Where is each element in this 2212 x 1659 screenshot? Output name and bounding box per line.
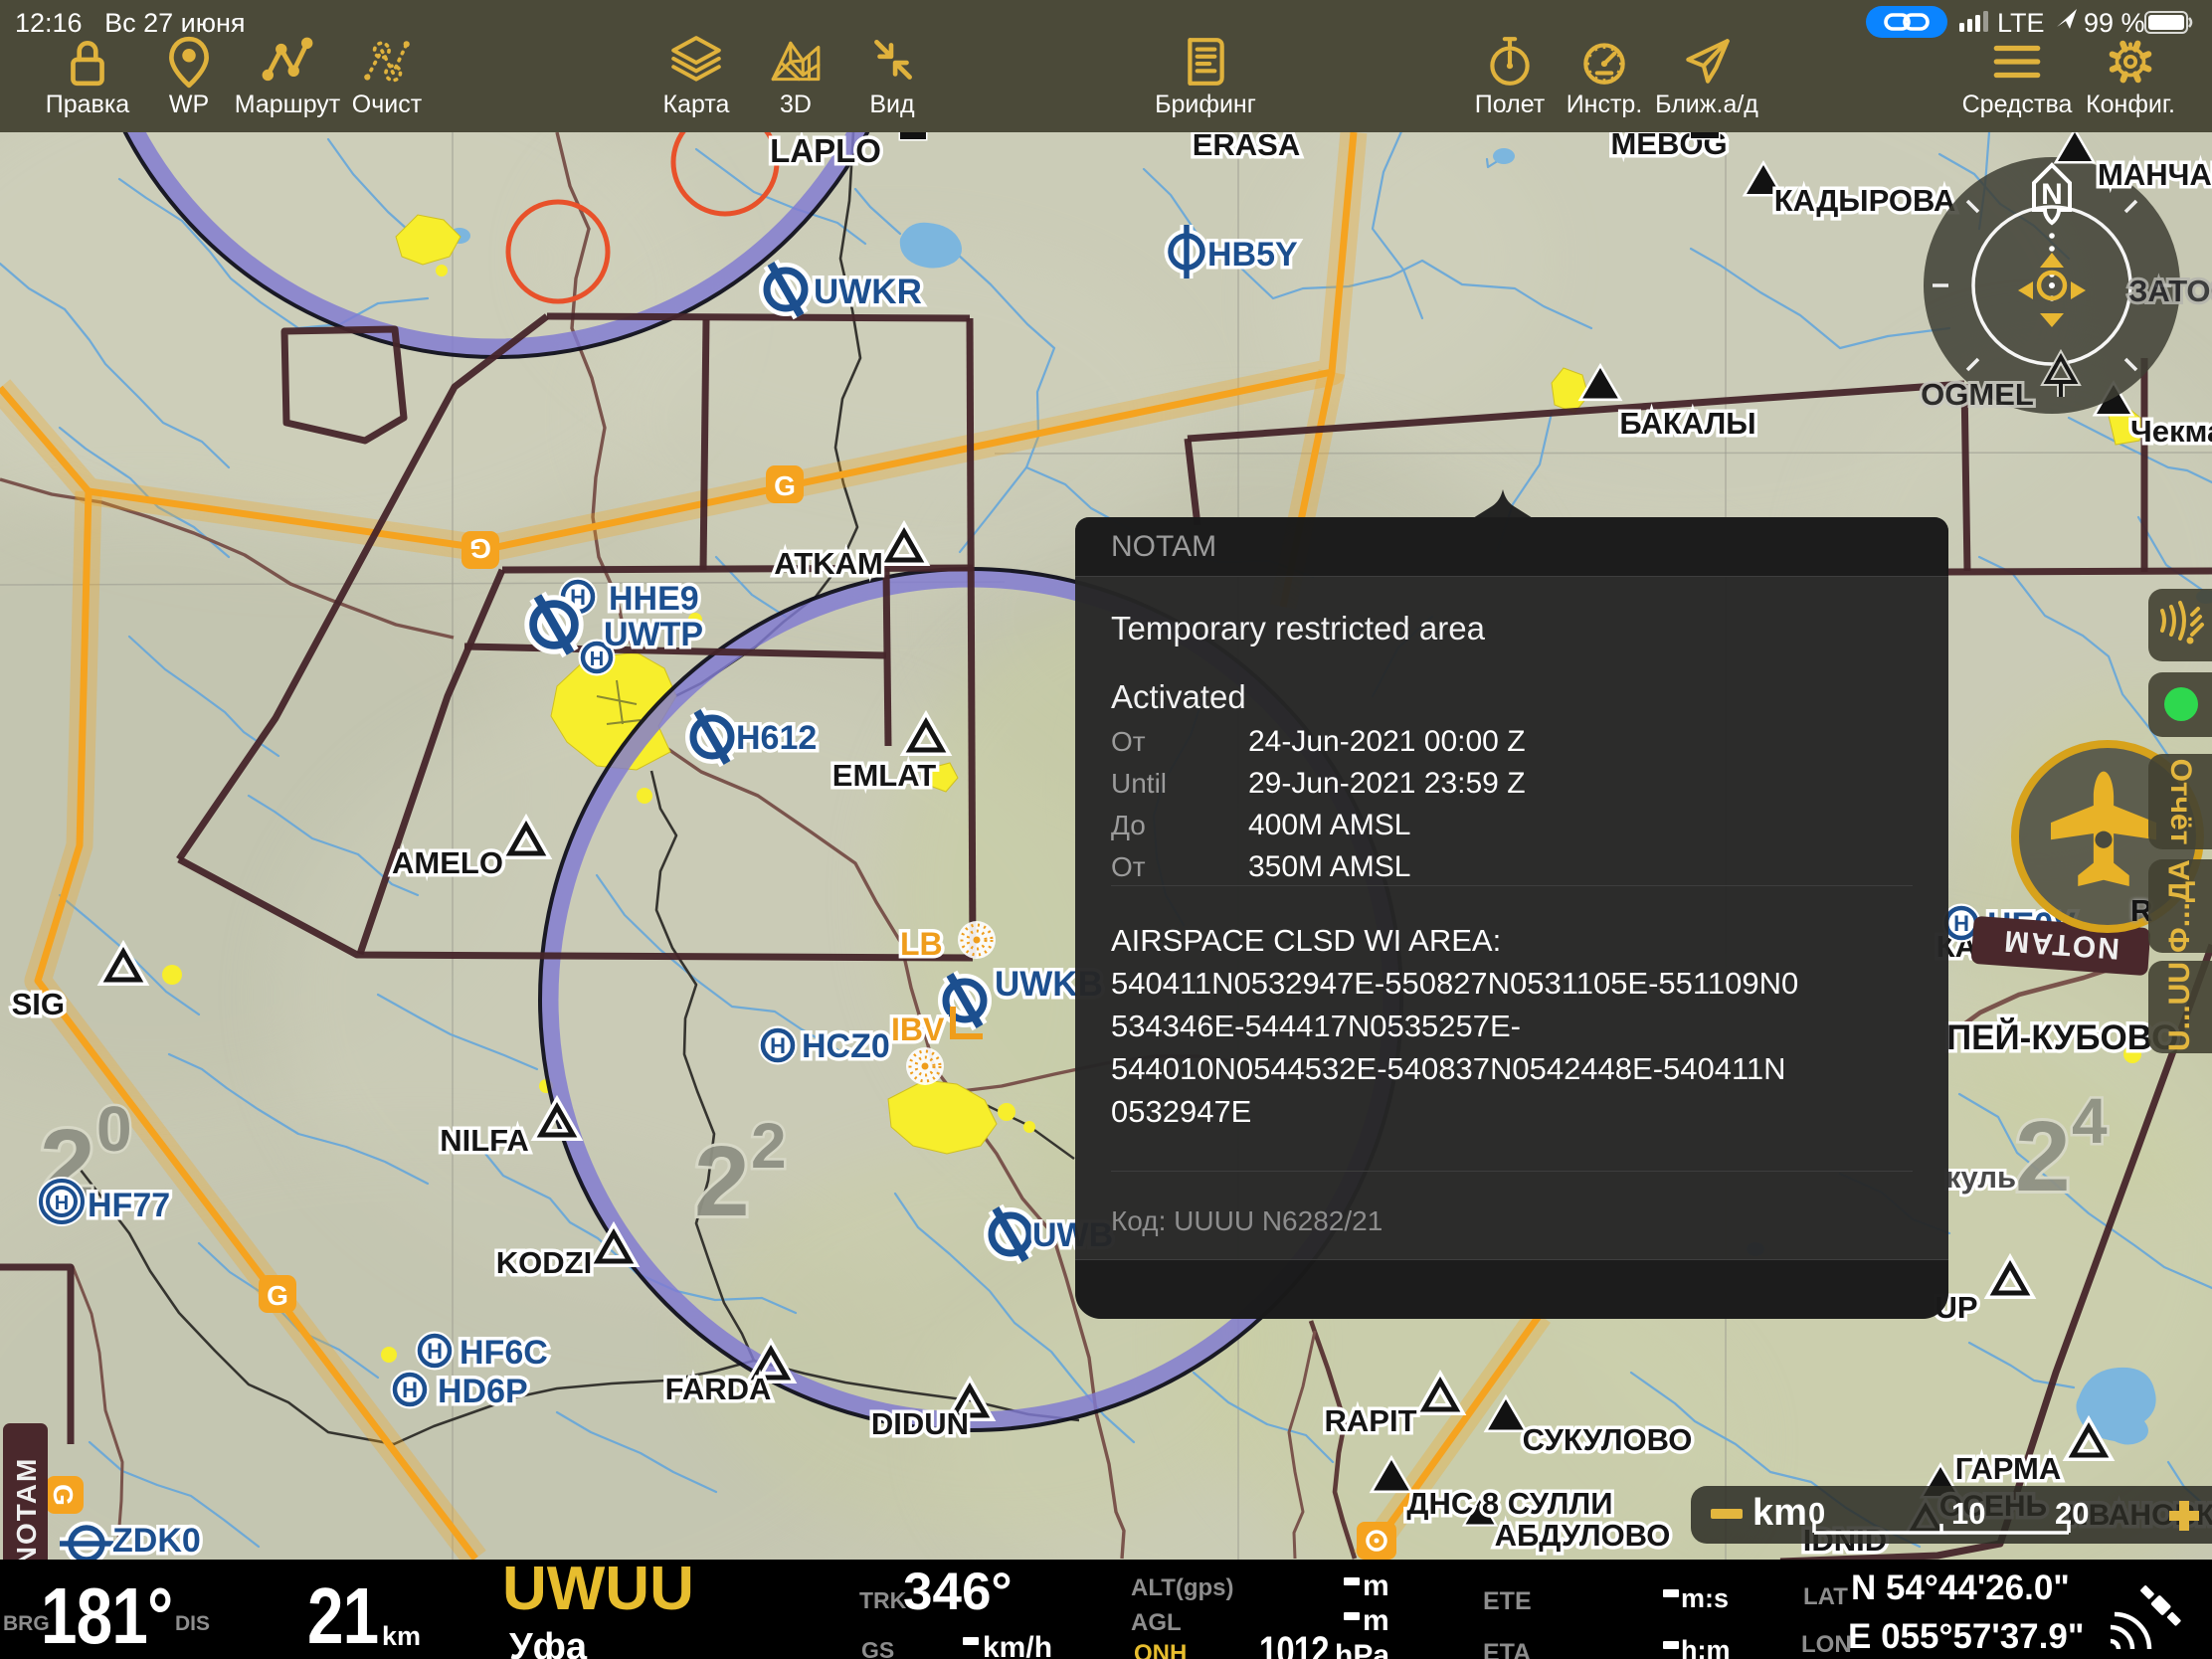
- svg-text:ДНС 8 СУЛЛИ: ДНС 8 СУЛЛИ: [1406, 1486, 1612, 1521]
- svg-text:NOTAM: NOTAM: [11, 1457, 42, 1567]
- svg-text:G: G: [48, 1484, 79, 1506]
- svg-text:H: H: [1953, 911, 1969, 936]
- svg-text:0: 0: [96, 1093, 132, 1165]
- svg-text:ГАРМА: ГАРМА: [1955, 1451, 2062, 1486]
- svg-text:H: H: [402, 1378, 418, 1402]
- svg-text:ПЕЙ-КУБОВО: ПЕЙ-КУБОВО: [1946, 1017, 2178, 1057]
- svg-text:HCZ0: HCZ0: [802, 1027, 890, 1065]
- svg-text:АБДУЛОВО: АБДУЛОВО: [1495, 1518, 1671, 1553]
- svg-text:IBV: IBV: [891, 1012, 945, 1047]
- svg-text:N: N: [2041, 178, 2063, 211]
- svg-text:G: G: [469, 533, 491, 564]
- svg-text:H: H: [427, 1339, 443, 1364]
- svg-text:Чекмагуш: Чекмагуш: [2130, 414, 2212, 449]
- svg-text:HF6C: HF6C: [460, 1334, 548, 1372]
- svg-text:H: H: [55, 1193, 69, 1214]
- svg-text:HHE9: HHE9: [609, 580, 699, 618]
- svg-text:2: 2: [694, 1126, 750, 1237]
- svg-text:G: G: [774, 470, 796, 501]
- svg-text:RAPIT: RAPIT: [1325, 1403, 1417, 1438]
- svg-text:куль: куль: [1945, 1160, 2016, 1195]
- svg-text:HD6P: HD6P: [438, 1373, 528, 1410]
- svg-text:ERASA: ERASA: [1193, 127, 1301, 162]
- svg-text:UWKR: UWKR: [814, 273, 922, 311]
- svg-text:EMLAT: EMLAT: [832, 758, 937, 793]
- svg-text:LB: LB: [900, 926, 943, 962]
- svg-text:FARDA: FARDA: [665, 1372, 772, 1406]
- svg-text:СУКУЛОВО: СУКУЛОВО: [1523, 1422, 1693, 1457]
- svg-text:LAPLO: LAPLO: [770, 132, 881, 169]
- svg-text:HF77: HF77: [88, 1187, 170, 1224]
- svg-text:4: 4: [2072, 1085, 2108, 1157]
- svg-text:H: H: [590, 648, 604, 670]
- svg-text:AMELO: AMELO: [392, 845, 503, 880]
- svg-text:99 %: 99 %: [2084, 8, 2145, 38]
- svg-text:ATKAM: ATKAM: [774, 546, 883, 581]
- svg-text:KODZI: KODZI: [496, 1245, 592, 1280]
- svg-text:DIDUN: DIDUN: [871, 1406, 969, 1441]
- svg-text:H: H: [770, 1033, 786, 1058]
- svg-text:ZDK0: ZDK0: [112, 1522, 201, 1560]
- svg-text:G: G: [267, 1280, 288, 1311]
- svg-text:2: 2: [2015, 1101, 2071, 1212]
- svg-text:NILFA: NILFA: [440, 1123, 529, 1158]
- svg-text:БАКАЛЫ: БАКАЛЫ: [1619, 406, 1755, 441]
- svg-text:LTE: LTE: [1997, 8, 2045, 38]
- svg-text:2: 2: [751, 1110, 787, 1182]
- svg-text:UWTP: UWTP: [604, 616, 703, 653]
- svg-text:HB5Y: HB5Y: [1207, 236, 1298, 274]
- svg-text:H612: H612: [736, 719, 817, 757]
- svg-text:SIG: SIG: [12, 987, 65, 1021]
